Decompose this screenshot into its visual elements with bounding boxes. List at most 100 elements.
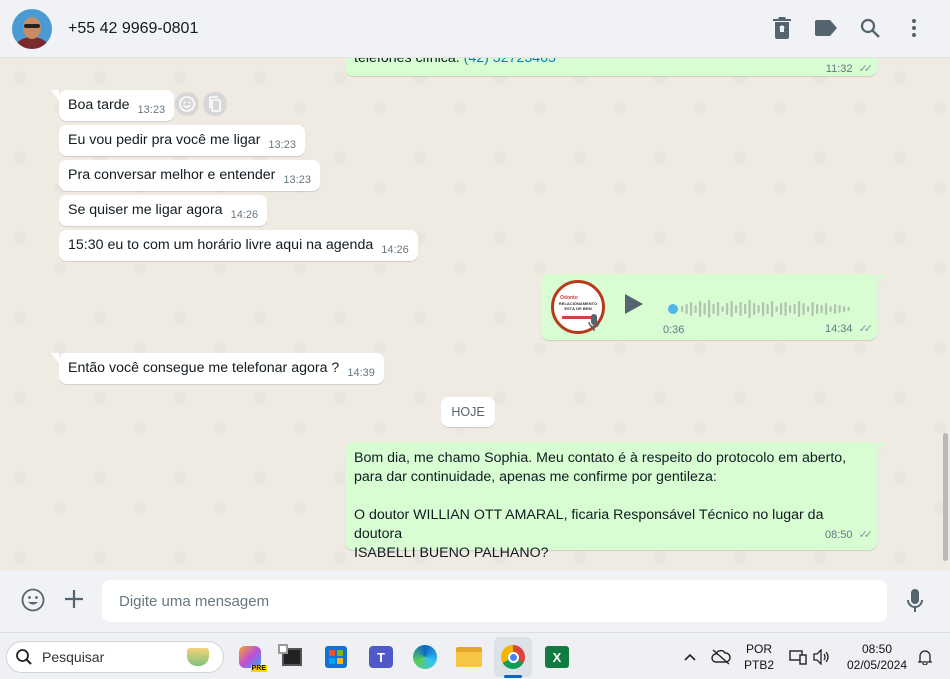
message-time: 11:32 (825, 63, 853, 75)
search-highlight-icon (187, 648, 209, 666)
message-line: ISABELLI BUENO PALHANO? (354, 545, 549, 561)
search-icon[interactable] (858, 14, 882, 42)
windows-taskbar: Pesquisar PRE T X POR PTB2 08:50 02/05/2… (0, 632, 950, 679)
waveform-bar (744, 304, 747, 314)
waveform-bar (780, 303, 783, 315)
waveform-bar (807, 306, 810, 312)
chat-area[interactable]: telefones clínica: (42) 32723465 11:32 ✓… (0, 58, 950, 570)
waveform-bar (820, 305, 823, 313)
message-time: 14:34 (824, 323, 853, 335)
waveform-bar (843, 306, 846, 312)
chat-scrollbar[interactable] (943, 433, 948, 561)
waveform-bar (685, 304, 688, 314)
task-view-icon[interactable] (277, 642, 307, 672)
waveform-bar (739, 302, 742, 316)
contact-name[interactable]: +55 42 9969-0801 (68, 20, 198, 38)
message-composer (0, 570, 950, 632)
message-input[interactable] (102, 580, 887, 622)
waveform-bar (838, 305, 841, 313)
audio-waveform[interactable] (667, 298, 857, 320)
contact-avatar[interactable] (12, 8, 52, 49)
message-outgoing-partial[interactable]: telefones clínica: (42) 32723465 11:32 ✓… (345, 58, 877, 76)
search-icon (16, 649, 32, 665)
volume-icon[interactable] (806, 642, 836, 672)
waveform-bar (834, 304, 837, 314)
waveform-bar (681, 306, 684, 312)
waveform-bar (802, 303, 805, 315)
message-text: 15:30 eu to com um horário livre aqui na… (68, 237, 374, 253)
waveform-bar (798, 301, 801, 317)
message-text: Então você consegue me telefonar agora ? (68, 360, 340, 376)
waveform-bar (847, 307, 850, 311)
phone-link[interactable]: (42) 32723465 (464, 58, 556, 66)
microphone-icon (588, 314, 600, 336)
microphone-icon[interactable] (906, 589, 924, 618)
message-text: Boa tarde (68, 97, 130, 113)
teams-icon[interactable]: T (366, 642, 396, 672)
message-time: 14:26 (381, 244, 409, 256)
waveform-bar (748, 300, 751, 318)
taskbar-search[interactable]: Pesquisar (6, 641, 224, 673)
edge-icon[interactable] (410, 642, 440, 672)
message-line: para dar continuidade, apenas me confirm… (354, 469, 717, 485)
waveform-bar (762, 302, 765, 316)
date-separator: HOJE (441, 397, 495, 427)
double-check-icon: ✓✓ (858, 323, 874, 335)
message-time: 14:26 (230, 209, 259, 221)
message-incoming[interactable]: Pra conversar melhor e entender 13:23 (59, 160, 320, 191)
waveform-bar (789, 305, 792, 313)
lang-line1: POR (745, 642, 772, 656)
message-incoming[interactable]: Boa tarde 13:23 (50, 90, 175, 121)
waveform-bar (757, 305, 760, 313)
message-incoming[interactable]: Eu vou pedir pra você me ligar 13:23 (59, 125, 305, 156)
file-explorer-icon[interactable] (454, 642, 484, 672)
message-line: Bom dia, me chamo Sophia. Meu contato é … (354, 450, 847, 466)
waveform-bar (753, 303, 756, 315)
delete-icon[interactable] (770, 14, 794, 42)
waveform-bar (726, 303, 729, 315)
active-app-indicator (504, 675, 522, 678)
excel-icon[interactable]: X (542, 642, 572, 672)
message-time: 13:23 (283, 174, 311, 186)
clock-time: 08:50 (861, 642, 893, 656)
notification-bell-icon[interactable] (910, 642, 940, 672)
message-time: 08:50 (824, 529, 853, 541)
message-incoming[interactable]: 15:30 eu to com um horário livre aqui na… (59, 230, 418, 261)
attach-plus-icon[interactable] (64, 588, 84, 615)
waveform-bar (793, 304, 796, 314)
message-incoming[interactable]: Se quiser me ligar agora 14:26 (59, 195, 268, 226)
play-icon[interactable] (624, 293, 644, 319)
chrome-icon[interactable] (498, 642, 528, 672)
clock-date: 02/05/2024 (846, 658, 908, 672)
message-outgoing[interactable]: Bom dia, me chamo Sophia. Meu contato é … (345, 442, 885, 561)
waveform-bar (766, 304, 769, 314)
copilot-icon[interactable]: PRE (235, 642, 267, 672)
waveform-bar (712, 304, 715, 314)
copy-icon[interactable] (203, 92, 227, 116)
system-clock[interactable]: 08:50 02/05/2024 (840, 641, 914, 673)
lang-line2: PTB2 (743, 658, 774, 672)
onedrive-offline-icon[interactable] (706, 642, 736, 672)
message-time: 14:39 (347, 367, 375, 379)
input-language[interactable]: POR PTB2 (742, 641, 776, 673)
emoji-icon[interactable] (21, 588, 45, 617)
message-text: Pra conversar melhor e entender (68, 167, 276, 183)
waveform-bar (703, 303, 706, 315)
emoji-react-icon[interactable] (175, 92, 199, 116)
message-incoming[interactable]: Então você consegue me telefonar agora ?… (51, 353, 384, 384)
microsoft-store-icon[interactable] (321, 642, 351, 672)
waveform-bar (829, 306, 832, 312)
message-text: Eu vou pedir pra você me ligar (68, 132, 261, 148)
waveform-bar (699, 301, 702, 317)
audio-duration: 0:36 (663, 324, 685, 336)
audio-message[interactable]: Odonto RELACIONAMENTO ESTÁ DE BEM 0:36 1… (541, 274, 885, 340)
label-icon[interactable] (814, 14, 838, 42)
message-time: 13:23 (268, 139, 296, 151)
message-time: 13:23 (137, 104, 166, 116)
double-check-icon: ✓✓ (858, 529, 874, 541)
menu-icon[interactable] (902, 14, 926, 42)
waveform-bar (735, 305, 738, 313)
chevron-up-icon[interactable] (675, 642, 705, 672)
waveform-bar (775, 306, 778, 312)
waveform-bar (784, 302, 787, 316)
